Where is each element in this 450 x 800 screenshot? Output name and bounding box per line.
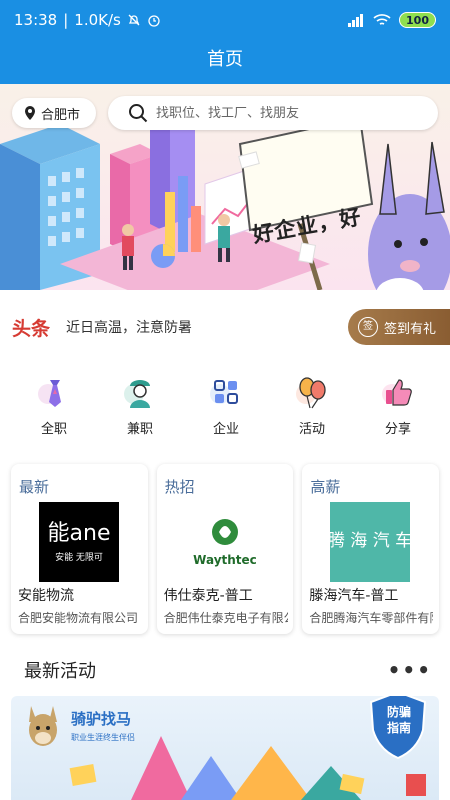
category-activity[interactable]: 活动 xyxy=(269,372,355,442)
worker-icon xyxy=(124,380,150,408)
job-card-latest[interactable]: 最新 能ane 安能 无限可 安能物流 合肥安能物流有限公司 xyxy=(11,464,148,634)
company-logo-tenghai: 腾 海 汽 车 xyxy=(330,502,411,582)
category-parttime[interactable]: 兼职 xyxy=(97,372,183,442)
category-fulltime[interactable]: 全职 xyxy=(11,372,97,442)
status-time: 13:38 xyxy=(14,11,58,29)
city-label: 合肥市 xyxy=(41,107,81,123)
search-icon xyxy=(129,104,148,123)
status-bar: 13:38 | 1.0K/s 100 xyxy=(0,0,450,40)
job-name: 伟仕泰克-普工 xyxy=(163,588,253,604)
alarm-icon xyxy=(148,15,160,27)
activities-title: 最新活动 xyxy=(24,661,96,682)
search-bar[interactable] xyxy=(108,96,438,130)
card-category: 高薪 xyxy=(310,478,341,496)
headline-text[interactable]: 近日高温，注意防暑 xyxy=(66,317,192,337)
checkin-label: 签到有礼 xyxy=(384,321,437,337)
category-nav: 全职 兼职 企业 活动 分享 xyxy=(0,372,450,442)
activities-header: 最新活动 ••• xyxy=(0,652,450,688)
city-selector-button[interactable]: 合肥市 xyxy=(12,98,96,128)
category-label: 活动 xyxy=(298,422,325,437)
company-name: 合肥腾海汽车零部件有限公司 xyxy=(309,611,433,625)
logo-subtext: 安能 无限可 xyxy=(55,551,103,563)
job-card-hot[interactable]: 热招 Waythtec 伟仕泰克-普工 合肥伟仕泰克电子有限公司 xyxy=(156,464,294,634)
card-category: 热招 xyxy=(164,478,195,496)
headline-tag: 头条 xyxy=(12,317,51,340)
category-share[interactable]: 分享 xyxy=(355,372,441,442)
checkin-seal-icon: 签 xyxy=(358,317,378,337)
job-name: 滕海汽车-普工 xyxy=(309,588,399,604)
company-logo-waythtec: Waythtec xyxy=(184,502,265,582)
activity-banner[interactable]: 骑驴找马 职业生涯终生伴侣 防骗 指南 xyxy=(11,696,439,800)
company-name: 合肥安能物流有限公司 xyxy=(18,611,139,625)
company-logo-anneng: 能ane 安能 无限可 xyxy=(39,502,119,582)
logo-text: Waythtec xyxy=(193,553,257,567)
hero-banner[interactable]: 好企业，好 合肥市 xyxy=(0,84,450,290)
status-net-speed: 1.0K/s xyxy=(74,11,121,29)
status-divider: | xyxy=(63,11,69,29)
category-label: 企业 xyxy=(212,422,239,437)
grid-icon xyxy=(210,380,238,404)
logo-text: 腾 海 汽 车 xyxy=(330,531,410,551)
tie-icon xyxy=(38,380,61,407)
card-category: 最新 xyxy=(19,478,50,496)
logo-text: 能ane xyxy=(48,521,111,546)
thumbs-up-icon xyxy=(382,379,412,406)
location-pin-icon xyxy=(25,106,35,120)
job-name: 安能物流 xyxy=(18,588,74,604)
battery-indicator: 100 xyxy=(399,12,436,28)
headline-bar: 头条 近日高温，注意防暑 签 签到有礼 xyxy=(0,306,450,348)
anti-fraud-guide-label[interactable]: 防骗 指南 xyxy=(381,704,417,736)
search-input[interactable] xyxy=(156,105,416,121)
category-label: 兼职 xyxy=(126,422,153,437)
category-label: 分享 xyxy=(384,422,411,437)
company-name: 合肥伟仕泰克电子有限公司 xyxy=(163,611,288,625)
mute-bell-icon xyxy=(128,14,140,26)
page-title: 首页 xyxy=(207,49,243,70)
job-card-high-pay[interactable]: 高薪 腾 海 汽 车 滕海汽车-普工 合肥腾海汽车零部件有限公司 xyxy=(302,464,440,634)
more-button[interactable]: ••• xyxy=(388,658,432,682)
nav-bar: 首页 xyxy=(0,40,450,84)
wifi-icon xyxy=(373,14,391,25)
balloon-icon xyxy=(296,377,326,409)
checkin-button[interactable]: 签 签到有礼 xyxy=(348,309,450,345)
job-cards: 最新 能ane 安能 无限可 安能物流 合肥安能物流有限公司 热招 Waytht… xyxy=(11,464,440,634)
category-label: 全职 xyxy=(40,422,67,437)
signal-icon xyxy=(348,14,364,27)
category-enterprise[interactable]: 企业 xyxy=(183,372,269,442)
